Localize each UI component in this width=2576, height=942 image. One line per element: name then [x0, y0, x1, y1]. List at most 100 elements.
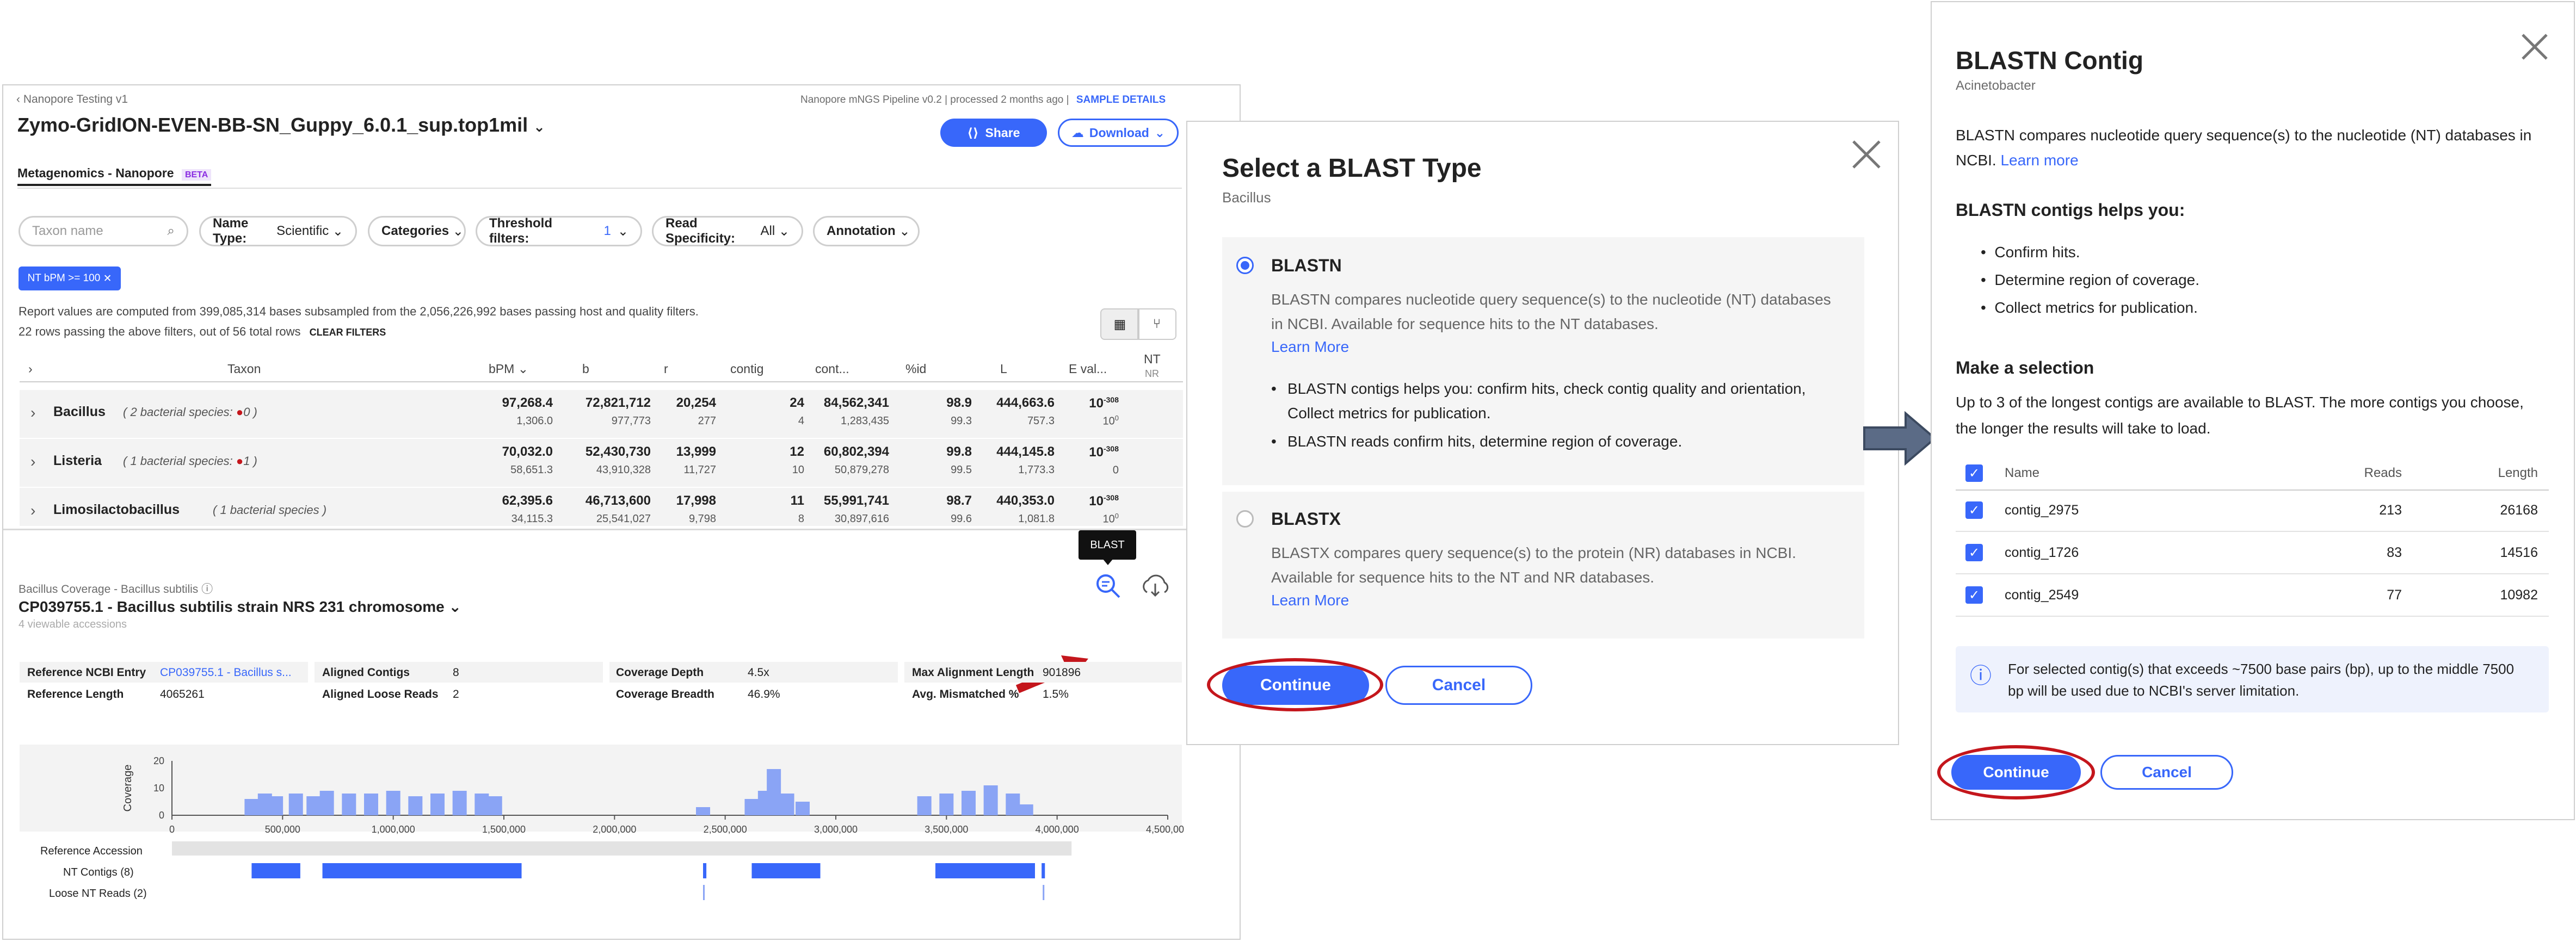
- coverage-divider: [3, 529, 1240, 530]
- read-specificity-filter[interactable]: Read Specificity: All ⌄: [652, 216, 803, 246]
- col-bpm[interactable]: bPM ⌄: [489, 362, 528, 376]
- ref-entry-link[interactable]: CP039755.1 - Bacillus s...: [160, 666, 292, 679]
- blastn-learn-more[interactable]: Learn More: [1271, 338, 1349, 356]
- contig-length: 10982: [2500, 587, 2538, 603]
- contig-checkbox[interactable]: ✓: [1965, 586, 1983, 604]
- cell-pid-nr: 99.3: [951, 415, 972, 427]
- list-item: • Collect metrics for publication.: [1981, 299, 2198, 316]
- annotation-filter[interactable]: Annotation ⌄: [813, 216, 920, 246]
- coverage-bar: [474, 794, 489, 815]
- y-tick-label: 20: [153, 755, 164, 766]
- nt-contig-bar[interactable]: [322, 863, 522, 878]
- col-nt[interactable]: NT: [1144, 352, 1161, 367]
- nt-contig-bar[interactable]: [751, 863, 821, 878]
- expand-row-icon[interactable]: ›: [30, 453, 35, 470]
- radio-unselected[interactable]: [1236, 510, 1254, 528]
- x-tick-label: 500,000: [265, 824, 300, 835]
- table-view-toggle[interactable]: ▦: [1100, 308, 1139, 340]
- modal-subtitle: Bacillus: [1222, 189, 1271, 206]
- col-taxon[interactable]: Taxon: [227, 362, 261, 376]
- annotation-dot-icon: ●: [236, 405, 244, 419]
- blastx-option[interactable]: BLASTX BLASTX compares query sequence(s)…: [1222, 492, 1864, 639]
- page-title: Zymo-GridION-EVEN-BB-SN_Guppy_6.0.1_sup.…: [17, 114, 545, 136]
- download-button[interactable]: ☁ Download ⌄: [1058, 119, 1179, 147]
- clear-filters-link[interactable]: CLEAR FILTERS: [310, 327, 386, 338]
- selection-heading: Make a selection: [1956, 358, 2094, 377]
- nt-contig-bar[interactable]: [935, 863, 1035, 878]
- contig-row[interactable]: ✓ contig_2975 213 26168: [1956, 489, 2549, 532]
- expand-all-icon[interactable]: ›: [28, 362, 33, 376]
- select-all-checkbox[interactable]: ✓: [1965, 464, 1983, 482]
- categories-filter[interactable]: Categories ⌄: [368, 216, 466, 246]
- cell-evalue: 10-308: [1089, 493, 1119, 509]
- coverage-bar: [452, 791, 467, 815]
- blast-type-modal: Select a BLAST Type Bacillus BLASTN BLAS…: [1186, 121, 1899, 745]
- close-icon[interactable]: [2519, 32, 2550, 62]
- tab-metagenomics[interactable]: Metagenomics - Nanopore BETA: [17, 166, 212, 186]
- blastn-option[interactable]: BLASTN BLASTN compares nucleotide query …: [1222, 237, 1864, 485]
- sample-details-link[interactable]: SAMPLE DETAILS: [1076, 94, 1166, 106]
- cell-r-nr: 277: [698, 415, 716, 427]
- expand-row-icon[interactable]: ›: [30, 502, 35, 519]
- expand-row-icon[interactable]: ›: [30, 404, 35, 422]
- col-b[interactable]: b: [582, 362, 589, 376]
- nt-contig-bar[interactable]: [1042, 863, 1045, 878]
- col-evalue[interactable]: E val...: [1069, 362, 1107, 376]
- list-item: • Confirm hits.: [1981, 244, 2080, 261]
- cancel-button[interactable]: Cancel: [1385, 666, 1532, 705]
- close-icon: ✕: [103, 272, 112, 284]
- blastx-learn-more[interactable]: Learn More: [1271, 592, 1349, 609]
- cell-bpm: 97,268.4: [502, 395, 553, 410]
- chevron-down-icon[interactable]: ⌄: [533, 119, 545, 135]
- cloud-download-icon[interactable]: [1139, 574, 1171, 598]
- name-type-filter[interactable]: Name Type: Scientific ⌄: [199, 216, 357, 246]
- col-contig-length[interactable]: cont...: [815, 362, 849, 376]
- col-percent-id[interactable]: %id: [905, 362, 926, 376]
- search-input[interactable]: Taxon name: [32, 224, 168, 239]
- x-tick-label: 1,500,000: [482, 824, 526, 835]
- viewable-accessions: 4 viewable accessions: [19, 618, 127, 630]
- coverage-bar: [364, 794, 378, 815]
- contig-checkbox[interactable]: ✓: [1965, 501, 1983, 519]
- col-r[interactable]: r: [664, 362, 668, 376]
- contig-checkbox[interactable]: ✓: [1965, 544, 1983, 561]
- contig-row[interactable]: ✓ contig_1726 83 14516: [1956, 532, 2549, 574]
- active-filter-tag[interactable]: NT bPM >= 100 ✕: [19, 267, 121, 290]
- taxon-name[interactable]: Listeria: [53, 453, 102, 469]
- cell-cont-nr: 30,897,616: [834, 513, 889, 525]
- info-icon[interactable]: ⓘ: [201, 583, 213, 596]
- col-nr[interactable]: NR: [1145, 368, 1159, 380]
- cancel-button[interactable]: Cancel: [2100, 755, 2233, 790]
- taxon-name[interactable]: Bacillus: [53, 404, 106, 420]
- nt-contig-bar[interactable]: [703, 863, 707, 878]
- chevron-down-icon: ⌄: [899, 224, 910, 239]
- blast-search-icon[interactable]: [1094, 572, 1121, 599]
- threshold-filter[interactable]: Threshold filters: 1 ⌄: [476, 216, 642, 246]
- coverage-depth-key: Coverage Depth: [616, 666, 704, 679]
- share-button[interactable]: ⟨⟩ Share: [940, 119, 1047, 147]
- col-l[interactable]: L: [1000, 362, 1007, 376]
- loose-read-bar[interactable]: [1043, 885, 1045, 900]
- cell-cont-nr: 50,879,278: [834, 464, 889, 476]
- taxon-name[interactable]: Limosilactobacillus: [53, 502, 180, 518]
- close-icon[interactable]: [1850, 138, 1883, 171]
- contig-row[interactable]: ✓ contig_2549 77 10982: [1956, 574, 2549, 617]
- reference-track[interactable]: [172, 841, 1072, 856]
- radio-selected[interactable]: [1236, 257, 1254, 274]
- taxon-search[interactable]: Taxon name ⌕: [19, 216, 188, 246]
- breadcrumb[interactable]: ‹ Nanopore Testing v1: [16, 93, 128, 106]
- helps-heading: BLASTN contigs helps you:: [1956, 200, 2185, 220]
- blastx-title: BLASTX: [1271, 509, 1341, 529]
- nt-contig-bar[interactable]: [251, 863, 300, 878]
- learn-more-link[interactable]: Learn more: [2000, 152, 2078, 169]
- loose-read-bar[interactable]: [703, 885, 705, 900]
- metrics-grid: Reference NCBI Entry CP039755.1 - Bacill…: [20, 662, 1182, 703]
- accession-select[interactable]: CP039755.1 - Bacillus subtilis strain NR…: [19, 598, 461, 616]
- cell-b: 46,713,600: [585, 493, 651, 508]
- tree-view-toggle[interactable]: ⑂: [1137, 308, 1176, 340]
- cell-evalue: 10-308: [1089, 395, 1119, 411]
- col-contig[interactable]: contig: [730, 362, 763, 376]
- col-length: Length: [2498, 466, 2538, 480]
- contig-length: 26168: [2500, 503, 2538, 518]
- blastn-title: BLASTN: [1271, 256, 1342, 275]
